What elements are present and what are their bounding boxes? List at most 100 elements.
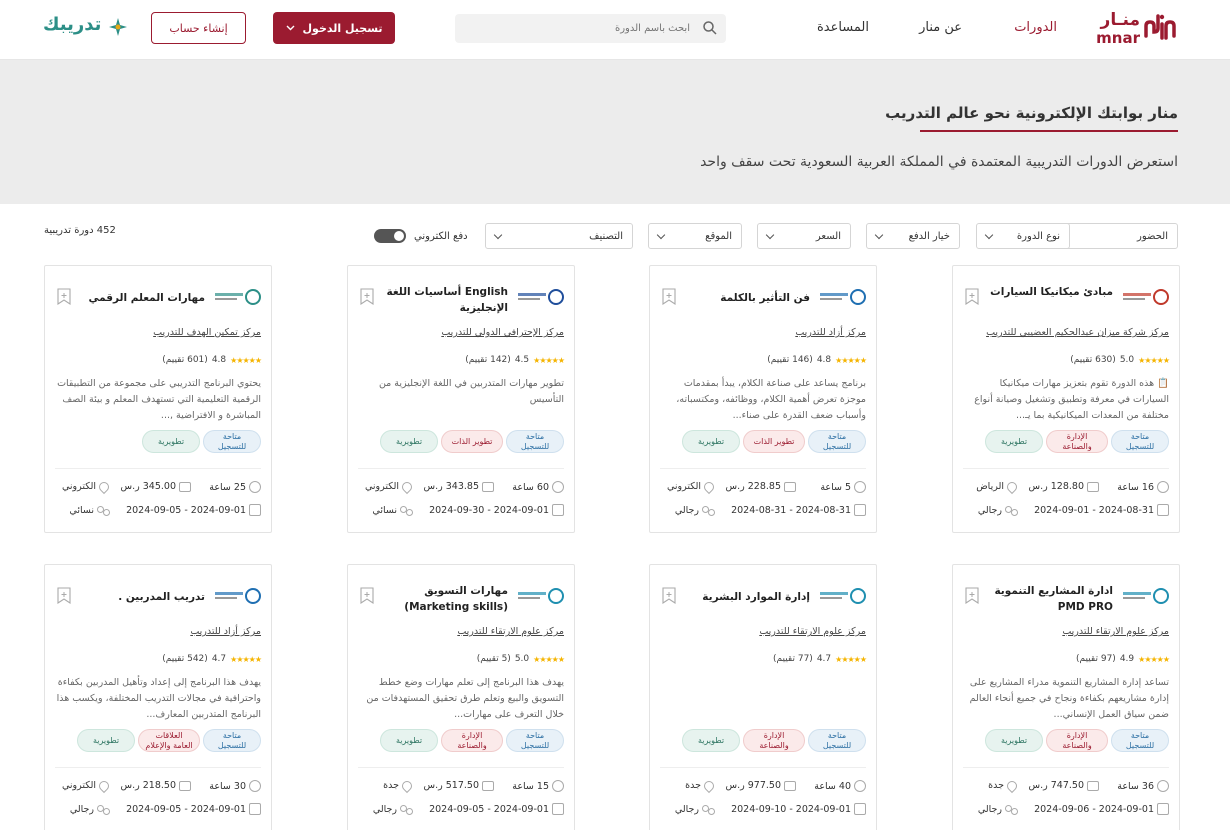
course-description: تطوير مهارات المتدربين في اللغة الإنجليز… [378,378,564,405]
course-hours: 15 ساعة [512,780,564,792]
course-dates: 2024-09-01 - 2024-09-05 [126,504,261,516]
filter-location[interactable]: الموقع [648,223,742,249]
calendar-icon [552,504,564,516]
course-card[interactable]: فن التأثير بالكلمة مركز أزاد للتدريب ★★★★★… [649,265,877,533]
nav-about[interactable]: عن منار [919,20,962,35]
location-pin-icon [701,778,717,793]
course-title[interactable]: فن التأثير بالكلمة [682,290,810,306]
course-tag: الإدارة والصناعة [1046,430,1108,453]
course-description: يحتوي البرنامج التدريبي على مجموعة من ال… [57,378,261,421]
provider-logo [1119,583,1169,609]
tag-list: متاحة للتسجيل تطوير الذات تطويرية [682,430,866,453]
bookmark-icon[interactable] [965,587,979,605]
nav-courses[interactable]: الدورات [1014,20,1057,35]
bookmark-icon[interactable] [662,288,676,306]
course-card[interactable]: مهارات التسويق (Marketing skills) مركز عل… [347,564,575,830]
bookmark-icon[interactable] [965,288,979,306]
course-hours: 16 ساعة [1117,481,1169,493]
course-price-text: 128.80 ر.س [1028,481,1084,492]
e-payment-toggle[interactable] [374,229,406,243]
course-location-text: الكتروني [61,780,96,791]
bookmark-icon[interactable] [57,587,71,605]
provider-link[interactable]: مركز علوم الارتقاء للتدريب [1062,626,1169,637]
course-gender-text: رجالي [674,803,699,815]
course-title[interactable]: English أساسيات اللغة الإنجليزية [380,284,508,316]
rating-count: (146 تقييم) [767,355,813,365]
chevron-down-icon [765,230,775,239]
rating-value: 4.7 [816,654,832,664]
search-input[interactable] [470,19,690,38]
tadreebak-star-icon [109,18,127,36]
location-pin-icon [399,479,415,494]
star-rating-icon: ★★★★★ [230,654,262,664]
course-dates: 2024-08-31 - 2024-09-01 [1034,504,1169,516]
course-dates-text: 2024-09-01 - 2024-09-30 [429,504,549,516]
nav-help[interactable]: المساعدة [817,20,869,35]
results-count: 452 دورة تدريبية [44,225,116,236]
course-hours-text: 16 ساعة [1117,481,1154,493]
provider-link[interactable]: مركز أزاد للتدريب [190,626,261,637]
course-title[interactable]: ادارة المشاريع التنموية PMD PRO [985,583,1113,615]
course-gender: نسائي [69,504,110,516]
filter-payment-option[interactable]: خيار الدفع [866,223,960,249]
course-dates: 2024-09-01 - 2024-09-05 [429,803,564,815]
provider-link[interactable]: مركز أزاد للتدريب [795,327,866,338]
provider-link[interactable]: مركز شركة ميزان عبدالحكيم العضيبي للتدري… [986,327,1169,338]
course-card[interactable]: مهارات المعلم الرقمي مركز تمكين الهدف للت… [44,265,272,533]
course-title[interactable]: تدريب المدربين . [77,589,205,605]
filter-attendance[interactable]: الحضور [1051,223,1178,249]
course-tag: تطوير الذات [441,430,503,453]
course-price: 747.50 ر.س [1029,780,1099,791]
course-gender: رجالي [373,803,413,815]
rating-count: (542 تقييم) [162,654,208,664]
provider-logo [211,284,261,310]
mnar-logo[interactable]: منـار mnar [1090,10,1178,48]
course-tag: الإدارة والصناعة [743,729,805,752]
course-hours-text: 15 ساعة [512,780,549,792]
provider-link[interactable]: مركز علوم الارتقاء للتدريب [457,626,564,637]
chevron-down-icon [656,230,666,239]
login-button[interactable]: تسجيل الدخول [273,12,395,44]
bookmark-icon[interactable] [57,288,71,306]
course-gender-text: رجالي [69,803,94,815]
bookmark-icon[interactable] [662,587,676,605]
location-pin-icon [1004,479,1020,494]
signup-button[interactable]: إنشاء حساب [151,12,246,44]
bookmark-icon[interactable] [360,587,374,605]
e-payment-filter[interactable]: دفع الكتروني [374,229,468,243]
course-location: الكتروني [61,479,112,494]
tadreebak-logo[interactable]: تدريبك [43,14,128,40]
search-icon[interactable] [702,20,718,36]
location-pin-icon [96,479,112,494]
card-divider [358,767,564,768]
e-payment-label: دفع الكتروني [414,230,468,242]
course-title[interactable]: مبادئ ميكانيكا السيارات [985,284,1113,300]
provider-link[interactable]: مركز تمكين الهدف للتدريب [153,327,261,338]
tag-list: متاحة للتسجيل الإدارة والصناعة تطويرية [985,729,1169,752]
course-hours-text: 25 ساعة [209,481,246,493]
mnar-logo-mark-icon [1144,14,1176,40]
course-title[interactable]: مهارات التسويق (Marketing skills) [380,583,508,615]
bookmark-icon[interactable] [360,288,374,306]
provider-link[interactable]: مركز علوم الارتقاء للتدريب [759,626,866,637]
rating: ★★★★★ 5.0 (630 تقييم) [1070,355,1170,365]
course-card[interactable]: مبادئ ميكانيكا السيارات مركز شركة ميزان ع… [952,265,1180,533]
course-tag: الإدارة والصناعة [1046,729,1108,752]
course-price: 128.80 ر.س [1029,481,1099,492]
course-title[interactable]: إدارة الموارد البشرية [682,589,810,605]
filter-course-type[interactable]: نوع الدورة [976,223,1070,249]
rating-value: 5.0 [1119,355,1135,365]
course-gender: رجالي [69,803,110,815]
provider-link[interactable]: مركز الإحترافي الدولي للتدريب [441,327,564,338]
filter-category[interactable]: التصنيف [485,223,633,249]
course-card[interactable]: إدارة الموارد البشرية مركز علوم الارتقاء … [649,564,877,830]
course-price: 345.00 ر.س [121,481,191,492]
course-card[interactable]: ادارة المشاريع التنموية PMD PRO مركز علوم… [952,564,1180,830]
people-icon [1005,504,1018,516]
course-card[interactable]: تدريب المدربين . مركز أزاد للتدريب ★★★★★ 4.… [44,564,272,830]
course-card[interactable]: English أساسيات اللغة الإنجليزية مركز الإ… [347,265,575,533]
course-location-text: الكتروني [61,481,96,492]
card-divider [963,767,1169,768]
course-title[interactable]: مهارات المعلم الرقمي [77,290,205,306]
filter-price[interactable]: السعر [757,223,851,249]
